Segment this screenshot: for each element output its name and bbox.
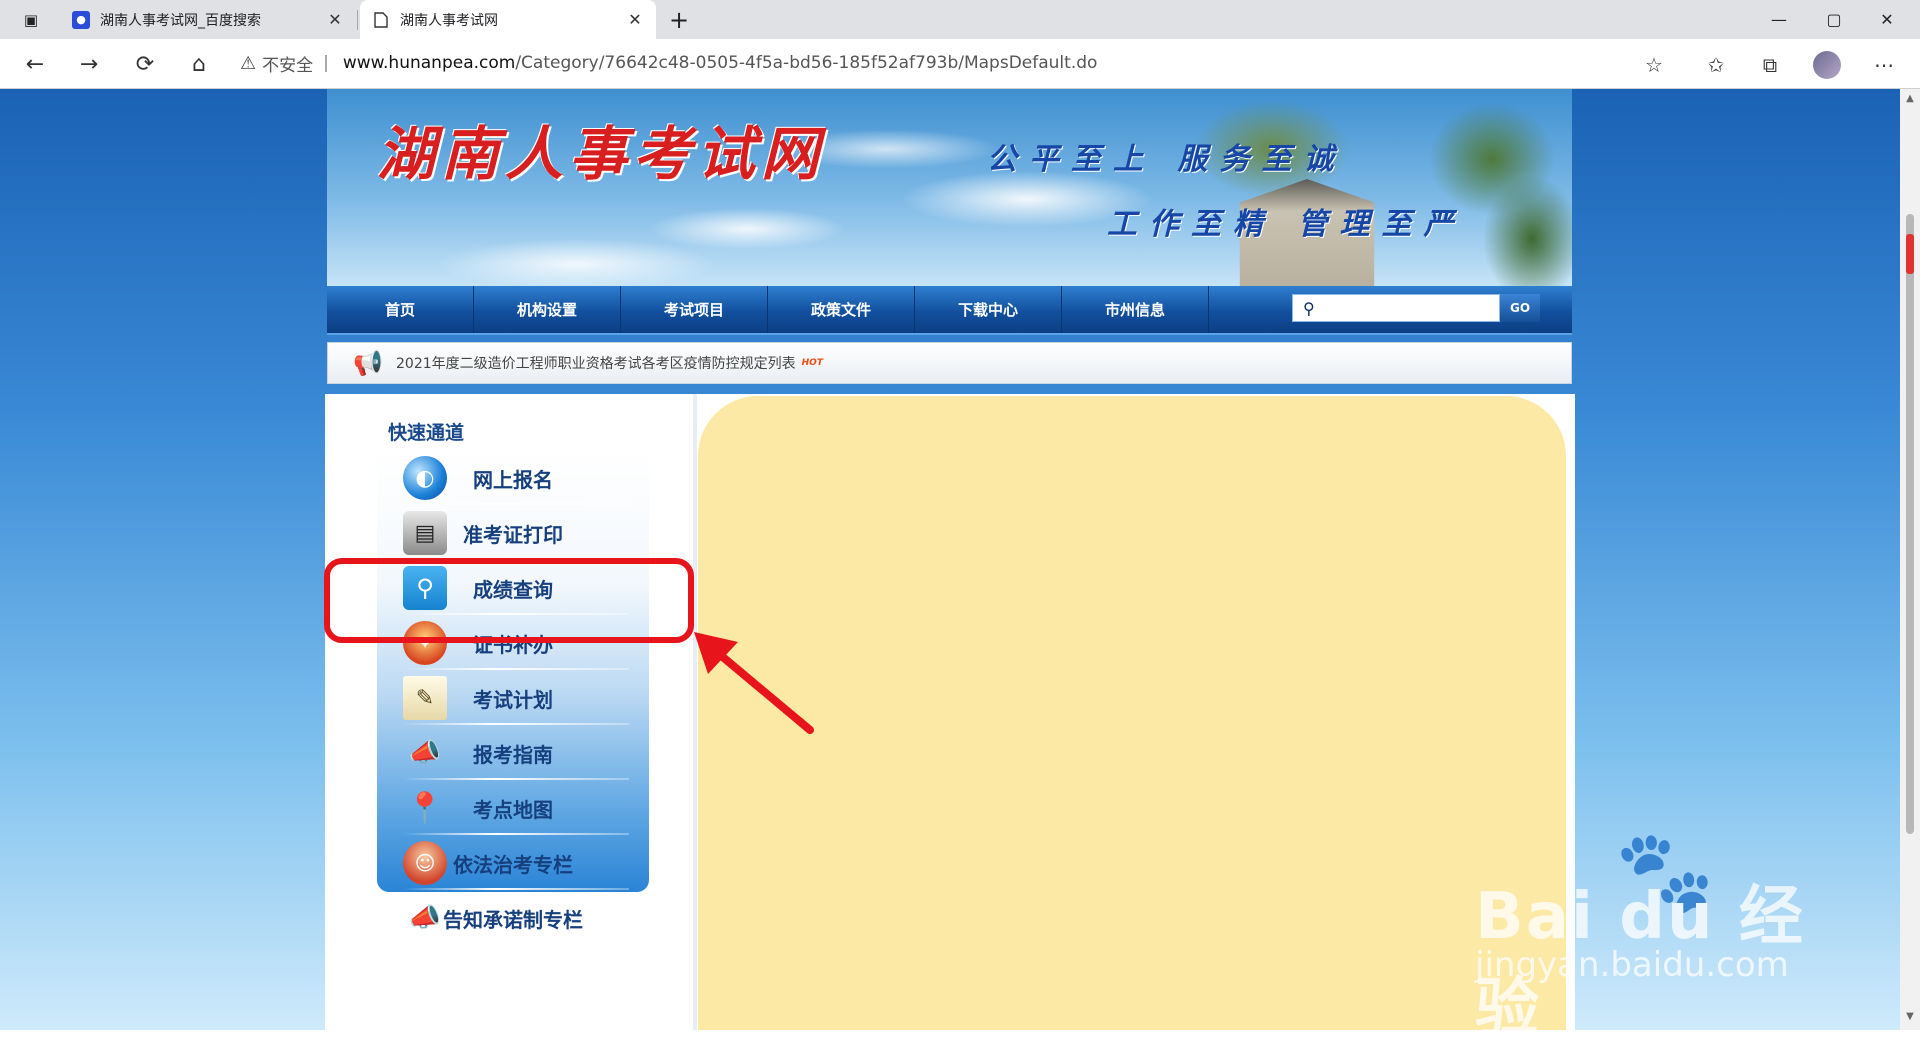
scroll-marker	[1906, 234, 1914, 274]
vertical-scrollbar[interactable]: ▲ ▼	[1900, 89, 1920, 1030]
divider	[403, 723, 629, 725]
divider	[403, 888, 629, 890]
quick-access-list: ◐ 网上报名 ▤ 准考证打印 ⚲ 成绩查询 ✦ 证书补办 ✎ 考试计划 📣 报考…	[377, 449, 649, 945]
site-banner: 湖南人事考试网 公平至上 服务至诚 工作至精 管理至严	[327, 89, 1572, 286]
url-field[interactable]: ⚠ 不安全 | www.hunanpea.com /Category/76642…	[240, 44, 1690, 82]
maximize-button[interactable]: ▢	[1811, 0, 1857, 39]
new-tab-button[interactable]: +	[656, 0, 702, 39]
warning-icon[interactable]: ⚠	[240, 53, 256, 74]
tab-title: 湖南人事考试网_百度搜索	[100, 12, 261, 29]
scroll-up-icon[interactable]: ▲	[1904, 93, 1916, 104]
tab-baidu-search[interactable]: ● 湖南人事考试网_百度搜索 ✕	[60, 0, 356, 39]
quick-item-label: 准考证打印	[463, 522, 563, 547]
search-icon: ⚲	[1303, 298, 1315, 318]
quick-item-commitment-column[interactable]: 📣 告知承诺制专栏	[377, 891, 649, 945]
search-input[interactable]	[1320, 299, 1485, 317]
quick-item-label: 报考指南	[473, 742, 553, 767]
megaphone-icon: 📣	[408, 738, 442, 768]
close-tab-icon[interactable]: ✕	[326, 10, 344, 29]
tab-hunanpea[interactable]: 湖南人事考试网 ✕	[360, 0, 656, 39]
content-area: 快速通道 ◐ 网上报名 ▤ 准考证打印 ⚲ 成绩查询 ✦ 证书补办 ✎ 考试计划…	[325, 394, 1575, 1030]
nav-policy[interactable]: 政策文件	[768, 286, 915, 333]
hot-badge: HOT	[801, 358, 823, 368]
highlight-box	[324, 558, 694, 643]
tab-title: 湖南人事考试网	[400, 12, 498, 29]
page-favicon-icon	[372, 11, 390, 29]
add-favorite-icon[interactable]: ☆	[1640, 51, 1668, 79]
quick-item-label: 考点地图	[473, 797, 553, 822]
quick-item-exam-plan[interactable]: ✎ 考试计划	[377, 671, 649, 725]
divider	[403, 833, 629, 835]
watermark-sub: jingyan.baidu.com	[1475, 945, 1789, 985]
nav-organization[interactable]: 机构设置	[474, 286, 621, 333]
news-link[interactable]: 2021年度二级造价工程师职业资格考试各考区疫情防控规定列表	[396, 353, 796, 373]
url-host: www.hunanpea.com	[342, 53, 516, 73]
site-search: ⚲ GO	[1292, 293, 1540, 323]
quick-item-law-column[interactable]: ☺ 依法治考专栏	[377, 836, 649, 890]
url-separator: |	[323, 53, 329, 73]
divider	[403, 943, 629, 945]
quick-item-label: 考试计划	[473, 687, 553, 712]
site-logo[interactable]: 湖南人事考试网	[377, 107, 825, 191]
minimize-button[interactable]: —	[1756, 0, 1802, 39]
notepad-icon: ✎	[403, 676, 447, 720]
home-icon[interactable]: ⌂	[182, 47, 216, 81]
megaphone-icon: 📣	[408, 903, 442, 933]
sidebar-icon[interactable]: ▣	[8, 0, 54, 39]
close-tab-icon[interactable]: ✕	[626, 10, 644, 29]
globe-icon: ◐	[403, 456, 447, 500]
go-button[interactable]: GO	[1500, 294, 1540, 322]
forward-icon[interactable]: →	[72, 47, 106, 81]
security-label[interactable]: 不安全	[262, 51, 313, 76]
scroll-thumb[interactable]	[1906, 214, 1914, 834]
slogan-line-2: 工作至精 管理至严	[1107, 207, 1466, 242]
quick-item-admission-ticket[interactable]: ▤ 准考证打印	[377, 506, 649, 560]
printer-icon: ▤	[403, 511, 447, 555]
more-icon[interactable]: ⋯	[1870, 51, 1898, 79]
nav-home[interactable]: 首页	[327, 286, 474, 333]
tab-strip: ▣ ● 湖南人事考试网_百度搜索 ✕ 湖南人事考试网 ✕ + — ▢ ✕	[0, 0, 1920, 39]
quick-item-label: 网上报名	[473, 467, 553, 492]
map-pin-icon: 📍	[406, 790, 444, 826]
person-icon: ☺	[403, 841, 447, 885]
divider	[403, 503, 629, 505]
back-icon[interactable]: ←	[18, 47, 52, 81]
quick-access-title: 快速通道	[388, 422, 465, 444]
divider	[403, 668, 629, 670]
pointer-arrow-icon	[694, 632, 814, 734]
search-box[interactable]: ⚲	[1292, 294, 1500, 322]
url-path: /Category/76642c48-0505-4f5a-bd56-185f52…	[515, 53, 1098, 73]
nav-exam-items[interactable]: 考试项目	[621, 286, 768, 333]
quick-item-label: 依法治考专栏	[453, 852, 573, 877]
main-nav: 首页 机构设置 考试项目 政策文件 下载中心 市州信息 ⚲ GO	[327, 286, 1572, 335]
profile-avatar[interactable]	[1813, 51, 1841, 79]
baidu-favicon-icon: ●	[72, 10, 90, 29]
quick-item-label: 告知承诺制专栏	[443, 907, 583, 932]
quick-access-panel: 快速通道 ◐ 网上报名 ▤ 准考证打印 ⚲ 成绩查询 ✦ 证书补办 ✎ 考试计划…	[325, 394, 693, 1030]
slogan-line-1: 公平至上 服务至诚	[987, 142, 1346, 177]
nav-downloads[interactable]: 下载中心	[915, 286, 1062, 333]
scroll-down-icon[interactable]: ▼	[1904, 1011, 1916, 1022]
news-ticker: 📢 2021年度二级造价工程师职业资格考试各考区疫情防控规定列表 HOT	[327, 342, 1572, 384]
quick-item-exam-guide[interactable]: 📣 报考指南	[377, 726, 649, 780]
baidu-watermark: 🐾 Bai du 经验 jingyan.baidu.com	[1470, 825, 1830, 1046]
collections-icon[interactable]: ⧉	[1756, 51, 1784, 79]
site-container: 湖南人事考试网 公平至上 服务至诚 工作至精 管理至严 首页 机构设置 考试项目…	[327, 89, 1572, 384]
favorites-icon[interactable]: ✩	[1702, 51, 1730, 79]
divider	[403, 778, 629, 780]
quick-item-venue-map[interactable]: 📍 考点地图	[377, 781, 649, 835]
tab-separator	[357, 10, 358, 30]
megaphone-icon: 📢	[353, 349, 383, 377]
quick-item-online-registration[interactable]: ◐ 网上报名	[377, 451, 649, 505]
nav-city-info[interactable]: 市州信息	[1062, 286, 1209, 333]
refresh-icon[interactable]: ⟳	[128, 47, 162, 81]
close-window-button[interactable]: ✕	[1864, 0, 1910, 39]
address-bar: ← → ⟳ ⌂ ⚠ 不安全 | www.hunanpea.com /Catego…	[0, 39, 1920, 89]
